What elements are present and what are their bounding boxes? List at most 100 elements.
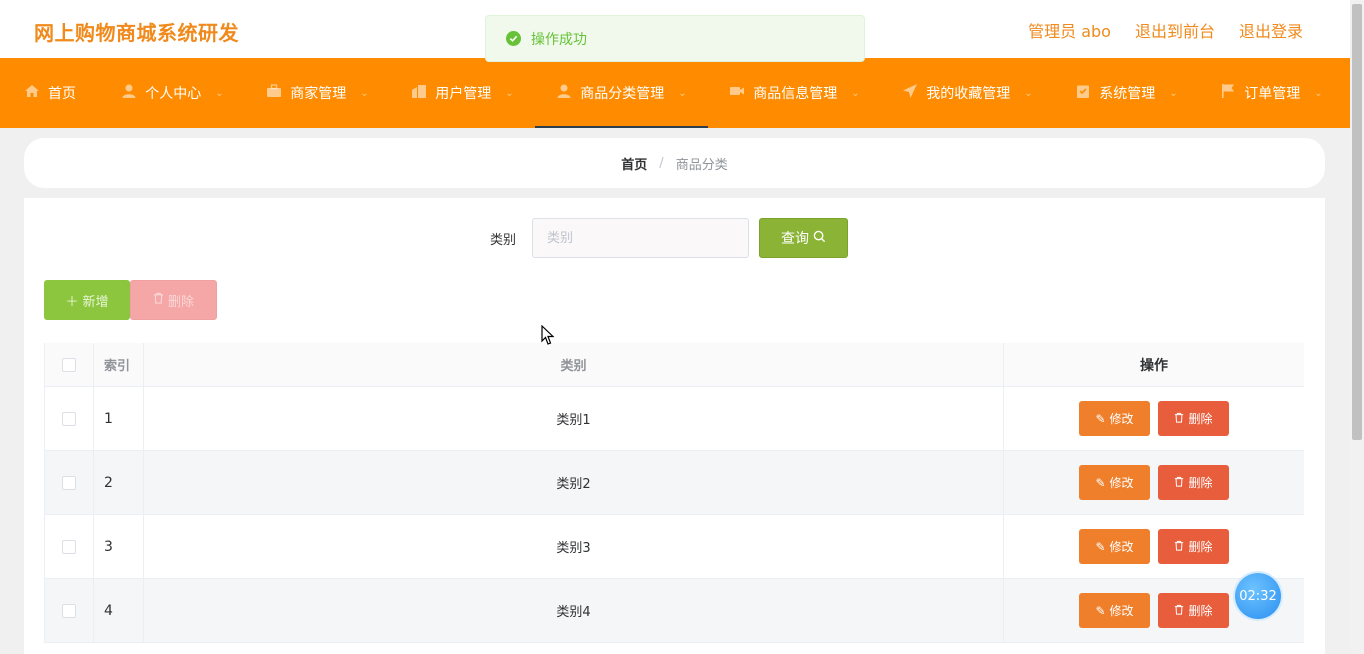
nav-item-favorites-management[interactable]: 我的收藏管理 ⌄	[881, 58, 1054, 128]
site-title: 网上购物商城系统研发	[34, 21, 239, 45]
table-row: 1 类别1 ✎ 修改 删除	[44, 387, 1304, 451]
nav-item-system-management[interactable]: 系统管理 ⌄	[1054, 58, 1199, 128]
row-index: 4	[94, 579, 144, 642]
breadcrumb-home[interactable]: 首页	[621, 154, 647, 173]
query-button-label: 查询	[781, 231, 809, 247]
user-icon	[121, 83, 137, 103]
mouse-cursor-icon	[541, 324, 555, 350]
chevron-down-icon: ⌄	[360, 87, 369, 99]
row-category: 类别4	[144, 579, 1004, 642]
nav-item-product-info-management[interactable]: 商品信息管理 ⌄	[708, 58, 881, 128]
column-header-actions: 操作	[1140, 357, 1168, 374]
logout-link[interactable]: 退出登录	[1239, 18, 1303, 42]
delete-button[interactable]: 删除	[1158, 465, 1229, 500]
building-icon	[411, 83, 427, 103]
delete-label: 删除	[1188, 604, 1213, 618]
edit-icon: ✎	[1095, 475, 1106, 490]
nav-label: 商品分类管理	[580, 86, 665, 102]
delete-label: 删除	[1188, 540, 1213, 554]
row-category: 类别3	[144, 515, 1004, 578]
batch-delete-button[interactable]: 删除	[130, 280, 217, 320]
table-header: 索引 类别 操作	[44, 343, 1304, 387]
nav-label: 订单管理	[1244, 86, 1301, 102]
row-checkbox[interactable]	[62, 603, 76, 618]
delete-button[interactable]: 删除	[1158, 593, 1229, 628]
add-button-label: 新增	[82, 294, 109, 310]
search-icon	[813, 230, 826, 247]
timer-badge[interactable]: 02:32	[1235, 573, 1281, 619]
admin-user-link[interactable]: 管理员 abo	[1028, 18, 1111, 42]
location-arrow-icon	[902, 83, 918, 103]
success-toast: 操作成功	[485, 15, 865, 62]
row-category: 类别1	[144, 387, 1004, 450]
trash-icon	[1174, 412, 1184, 426]
row-checkbox[interactable]	[62, 539, 76, 554]
row-checkbox[interactable]	[62, 411, 76, 426]
chevron-down-icon: ⌄	[505, 87, 514, 99]
column-header-index: 索引	[94, 343, 144, 386]
column-header-category: 类别	[144, 343, 1004, 386]
nav-item-category-management[interactable]: 商品分类管理 ⌄	[535, 58, 708, 128]
row-index: 2	[94, 451, 144, 514]
nav-label: 用户管理	[435, 86, 492, 102]
success-check-icon	[506, 31, 521, 46]
edit-icon: ✎	[1095, 411, 1106, 426]
edit-label: 修改	[1109, 604, 1134, 618]
query-button[interactable]: 查询	[759, 218, 848, 258]
table-row: 3 类别3 ✎ 修改 删除	[44, 515, 1304, 579]
edit-button[interactable]: ✎ 修改	[1079, 593, 1150, 628]
edit-label: 修改	[1109, 412, 1134, 426]
edit-icon: ✎	[1095, 539, 1106, 554]
user-icon	[556, 83, 572, 103]
plus-icon: ＋	[65, 294, 79, 310]
briefcase-icon	[266, 83, 282, 103]
category-search-input[interactable]	[532, 218, 749, 258]
home-icon	[24, 83, 40, 103]
page-scrollbar[interactable]	[1350, 0, 1364, 654]
edit-button[interactable]: ✎ 修改	[1079, 465, 1150, 500]
nav-item-personal-center[interactable]: 个人中心 ⌄	[100, 58, 245, 128]
nav-label: 我的收藏管理	[926, 86, 1011, 102]
row-category: 类别2	[144, 451, 1004, 514]
edit-label: 修改	[1109, 476, 1134, 490]
chevron-down-icon: ⌄	[1169, 87, 1178, 99]
add-button[interactable]: ＋ 新增	[44, 280, 130, 320]
batch-delete-label: 删除	[167, 294, 194, 310]
scrollbar-thumb[interactable]	[1352, 4, 1362, 440]
breadcrumb-separator: /	[659, 155, 664, 171]
exit-to-frontend-link[interactable]: 退出到前台	[1135, 18, 1215, 42]
toast-message: 操作成功	[531, 31, 587, 48]
trash-icon	[153, 292, 164, 308]
chevron-down-icon: ⌄	[678, 87, 687, 99]
delete-button[interactable]: 删除	[1158, 401, 1229, 436]
select-all-checkbox[interactable]	[62, 357, 76, 372]
main-nav: 首页 个人中心 ⌄ 商家管理 ⌄ 用户管理 ⌄ 商品分类管理 ⌄ 商品信息管理 …	[0, 58, 1350, 128]
nav-item-home[interactable]: 首页	[0, 58, 100, 128]
flag-icon	[1220, 83, 1236, 103]
delete-label: 删除	[1188, 476, 1213, 490]
delete-button[interactable]: 删除	[1158, 529, 1229, 564]
delete-label: 删除	[1188, 412, 1213, 426]
trash-icon	[1174, 476, 1184, 490]
edit-icon: ✎	[1095, 603, 1106, 618]
row-checkbox[interactable]	[62, 475, 76, 490]
edit-button[interactable]: ✎ 修改	[1079, 529, 1150, 564]
nav-item-merchant-management[interactable]: 商家管理 ⌄	[245, 58, 390, 128]
table-row: 4 类别4 ✎ 修改 删除	[44, 579, 1304, 643]
breadcrumb: 首页 / 商品分类	[24, 138, 1325, 188]
search-label: 类别	[490, 233, 517, 248]
row-index: 3	[94, 515, 144, 578]
chevron-down-icon: ⌄	[851, 87, 860, 99]
table-row: 2 类别2 ✎ 修改 删除	[44, 451, 1304, 515]
nav-item-user-management[interactable]: 用户管理 ⌄	[390, 58, 535, 128]
nav-label: 商品信息管理	[753, 86, 838, 102]
main-content: 类别 查询 ＋ 新增 删除 索引 类别 操作 1 类别1 ✎修改 删除	[24, 198, 1325, 654]
breadcrumb-current: 商品分类	[675, 157, 728, 173]
edit-button[interactable]: ✎ 修改	[1079, 401, 1150, 436]
row-index: 1	[94, 387, 144, 450]
trash-icon	[1174, 540, 1184, 554]
nav-item-order-management[interactable]: 订单管理 ⌄	[1199, 58, 1344, 128]
category-table: 索引 类别 操作 1 类别1 ✎修改 删除 2 类别2 ✎修改 删除 3 类	[44, 343, 1304, 643]
nav-label: 首页	[48, 86, 76, 102]
top-links: 管理员 abo 退出到前台 退出登录	[1028, 18, 1303, 42]
